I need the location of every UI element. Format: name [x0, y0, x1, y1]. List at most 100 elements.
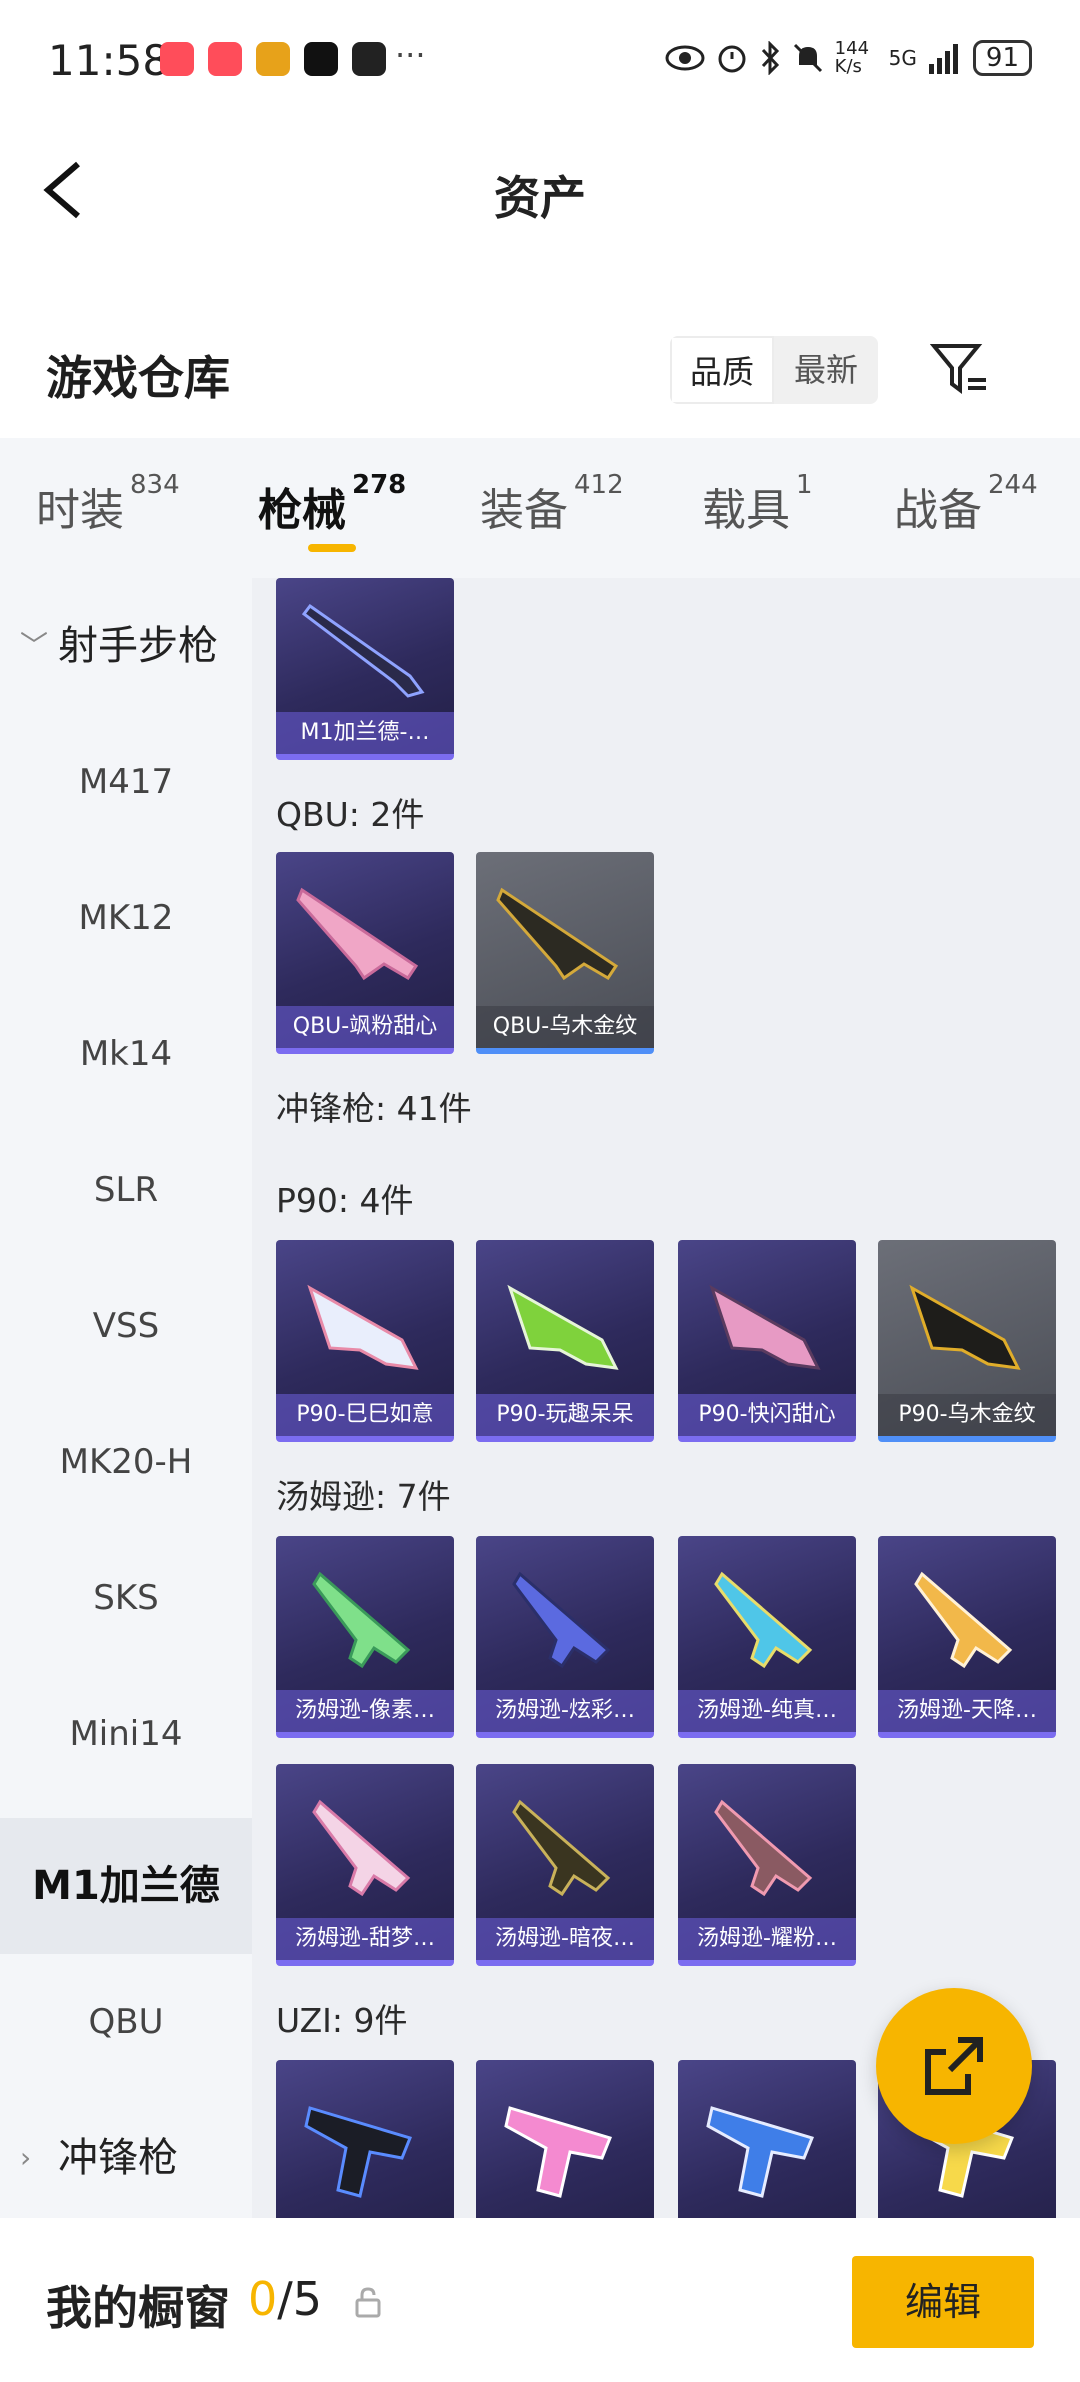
pistol-smg-icon — [504, 2106, 613, 2198]
skin-card[interactable]: P90-巳巳如意 — [276, 1240, 454, 1442]
skin-card-label: 汤姆逊-耀粉… — [678, 1918, 856, 1960]
smg-icon — [709, 1284, 821, 1370]
sidebar-item-mk14[interactable]: Mk14 — [0, 986, 252, 1122]
tab-label: 战备 — [894, 485, 982, 536]
skin-card[interactable]: P90-乌木金纹 — [878, 1240, 1056, 1442]
skin-card[interactable] — [476, 2060, 654, 2218]
skin-card[interactable]: 汤姆逊-像素… — [276, 1536, 454, 1738]
section-qbu-label: QBU: 2件 — [276, 795, 425, 834]
bluetooth-icon — [761, 41, 779, 75]
tab-count: 244 — [988, 470, 1038, 500]
share-icon — [925, 2037, 983, 2095]
sidebar-group-label: 射手步枪 — [58, 623, 218, 669]
sidebar-item-sks[interactable]: SKS — [0, 1530, 252, 1666]
sidebar-group-marksman[interactable]: ﹀ 射手步枪 — [0, 578, 252, 714]
showcase-title: 我的橱窗 — [46, 2281, 230, 2335]
skin-card-label: 汤姆逊-甜梦… — [276, 1918, 454, 1960]
rifle-icon — [496, 887, 619, 981]
skin-card[interactable]: P90-玩趣呆呆 — [476, 1240, 654, 1442]
network-type: 5G — [888, 46, 917, 70]
notification-icons — [160, 42, 386, 76]
sort-newest-button[interactable]: 最新 — [774, 336, 878, 404]
sort-toggle: 品质 最新 — [670, 336, 878, 404]
sidebar-item-m1-garand[interactable]: M1加兰德 — [0, 1818, 252, 1954]
showcase-total: /5 — [277, 2272, 323, 2326]
edit-button[interactable]: 编辑 — [852, 2256, 1034, 2348]
sort-quality-button[interactable]: 品质 — [670, 336, 774, 404]
status-indicators: 144 K/s 5G 91 — [665, 40, 1032, 76]
signal-icon — [928, 44, 958, 74]
skin-card[interactable]: 汤姆逊-暗夜… — [476, 1764, 654, 1966]
tab-guns[interactable]: 枪械 278 — [258, 470, 406, 538]
weapon-sidebar: ﹀ 射手步枪 M417 MK12 Mk14 SLR VSS MK20-H SKS… — [0, 578, 252, 2218]
smg-icon — [914, 1571, 1013, 1669]
chevron-down-icon: ﹀ — [20, 629, 49, 662]
tab-vehicles[interactable]: 载具 1 — [702, 470, 813, 538]
skin-card[interactable]: 汤姆逊-炫彩… — [476, 1536, 654, 1738]
tab-count: 412 — [574, 470, 624, 500]
app-notification-icon — [256, 42, 290, 76]
eye-icon — [665, 45, 705, 71]
skin-card[interactable]: QBU-乌木金纹 — [476, 852, 654, 1054]
tiktok-icon — [304, 42, 338, 76]
skin-card-label: QBU-飒粉甜心 — [276, 1006, 454, 1048]
sidebar-item-qbu[interactable]: QBU — [0, 1954, 252, 2090]
chevron-right-icon: › — [20, 2141, 32, 2174]
skin-card-label: P90-巳巳如意 — [276, 1394, 454, 1436]
item-grid: M1加兰德-… QBU: 2件 QBU-飒粉甜心 QBU-乌木金纹 冲锋枪: 4… — [252, 578, 1080, 2218]
sidebar-item-mini14[interactable]: Mini14 — [0, 1666, 252, 1802]
category-tabs: 时装 834 枪械 278 装备 412 载具 1 战备 244 — [0, 438, 1080, 578]
smg-icon — [507, 1284, 619, 1370]
warehouse-header: 游戏仓库 品质 最新 — [0, 300, 1080, 440]
top-nav: 资产 — [0, 120, 1080, 255]
skin-card-label: 汤姆逊-天降… — [878, 1690, 1056, 1732]
skin-card[interactable]: 汤姆逊-天降… — [878, 1536, 1056, 1738]
skin-card[interactable]: 汤姆逊-甜梦… — [276, 1764, 454, 1966]
tab-equipment[interactable]: 装备 412 — [480, 470, 624, 538]
status-bar: 11:58 ··· 144 K/s 5G 91 — [0, 0, 1080, 120]
skin-card-label: QBU-乌木金纹 — [476, 1006, 654, 1048]
sidebar-group-smg[interactable]: › 冲锋枪 — [0, 2090, 252, 2226]
tab-count: 278 — [352, 470, 407, 500]
skin-card[interactable]: 汤姆逊-耀粉… — [678, 1764, 856, 1966]
filter-icon[interactable] — [930, 340, 990, 400]
tab-count: 834 — [130, 470, 180, 500]
tab-label: 枪械 — [258, 485, 346, 536]
status-time: 11:58 — [48, 36, 170, 85]
tab-label: 时装 — [36, 485, 124, 536]
share-button[interactable] — [876, 1988, 1032, 2144]
tab-count: 1 — [796, 470, 813, 500]
app-notification-icon — [160, 42, 194, 76]
skin-card-label: 汤姆逊-炫彩… — [476, 1690, 654, 1732]
skin-card[interactable] — [276, 2060, 454, 2218]
active-tab-indicator — [308, 544, 356, 552]
tab-label: 载具 — [702, 485, 790, 536]
sidebar-item-slr[interactable]: SLR — [0, 1122, 252, 1258]
sidebar-item-mk12[interactable]: MK12 — [0, 850, 252, 986]
battery-icon: 91 — [972, 40, 1032, 76]
sidebar-group-label: 冲锋枪 — [58, 2135, 178, 2181]
section-p90-label: P90: 4件 — [276, 1181, 414, 1220]
tab-battle-gear[interactable]: 战备 244 — [894, 470, 1038, 538]
rifle-icon — [296, 887, 419, 981]
tab-fashion[interactable]: 时装 834 — [36, 470, 180, 538]
rifle-icon — [301, 603, 425, 698]
smg-icon — [512, 1571, 611, 1669]
sidebar-item-mk20h[interactable]: MK20-H — [0, 1394, 252, 1530]
smg-icon — [307, 1284, 419, 1370]
sidebar-item-m417[interactable]: M417 — [0, 714, 252, 850]
skin-card[interactable]: M1加兰德-… — [276, 578, 454, 760]
skin-card[interactable]: P90-快闪甜心 — [678, 1240, 856, 1442]
smg-icon — [312, 1571, 411, 1669]
showcase-count: 0/5 — [248, 2272, 322, 2326]
sidebar-item-vss[interactable]: VSS — [0, 1258, 252, 1394]
skin-card[interactable]: QBU-飒粉甜心 — [276, 852, 454, 1054]
skin-card[interactable] — [678, 2060, 856, 2218]
section-thompson-label: 汤姆逊: 7件 — [276, 1477, 451, 1516]
alarm-icon — [718, 45, 746, 73]
skin-card[interactable]: 汤姆逊-纯真… — [678, 1536, 856, 1738]
page-title: 资产 — [494, 171, 586, 225]
skin-card-label: P90-快闪甜心 — [678, 1394, 856, 1436]
smg-icon — [909, 1284, 1021, 1370]
soul-icon — [352, 42, 386, 76]
